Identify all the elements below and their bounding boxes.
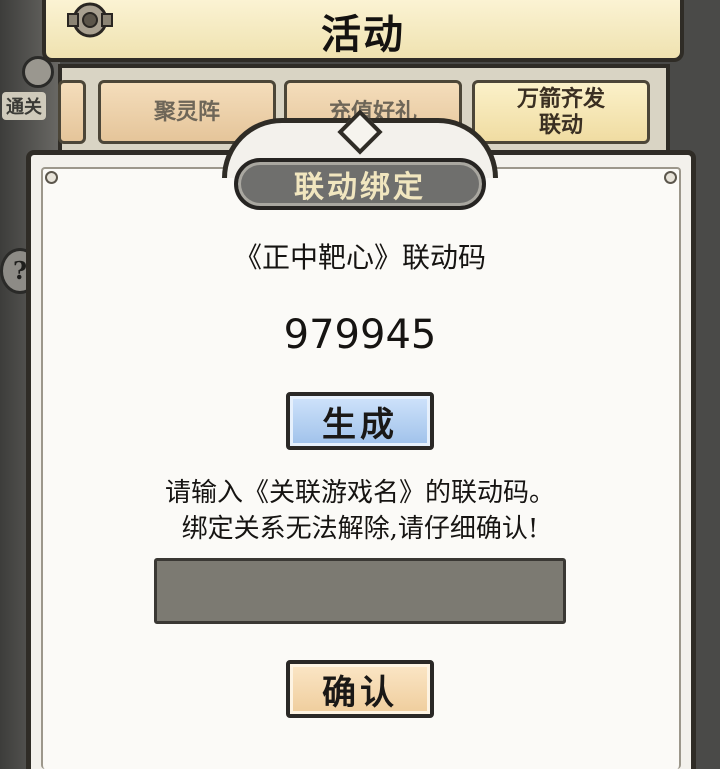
page-title: 活动 — [321, 11, 405, 58]
code-label: 《正中靶心》联动码 — [233, 241, 486, 274]
code-input[interactable] — [154, 558, 566, 624]
collab-code: 979945 — [283, 312, 437, 358]
background-tag: 通关 — [2, 92, 46, 120]
tab-wanjian-collab[interactable]: 万箭齐发 联动 — [472, 80, 650, 144]
generate-button[interactable]: 生成 — [286, 392, 434, 450]
prompt-line-2: 绑定关系无法解除,请仔细确认! — [181, 514, 539, 544]
rivet-icon — [45, 171, 58, 184]
tab-partial[interactable] — [58, 80, 86, 144]
confirm-button[interactable]: 确认 — [286, 660, 434, 718]
rivet-icon — [664, 171, 677, 184]
activity-header: 活动 — [42, 0, 684, 62]
dialog-title: 联动绑定 — [234, 158, 486, 210]
prompt-line-1: 请输入《关联游戏名》的联动码。 — [164, 478, 555, 508]
